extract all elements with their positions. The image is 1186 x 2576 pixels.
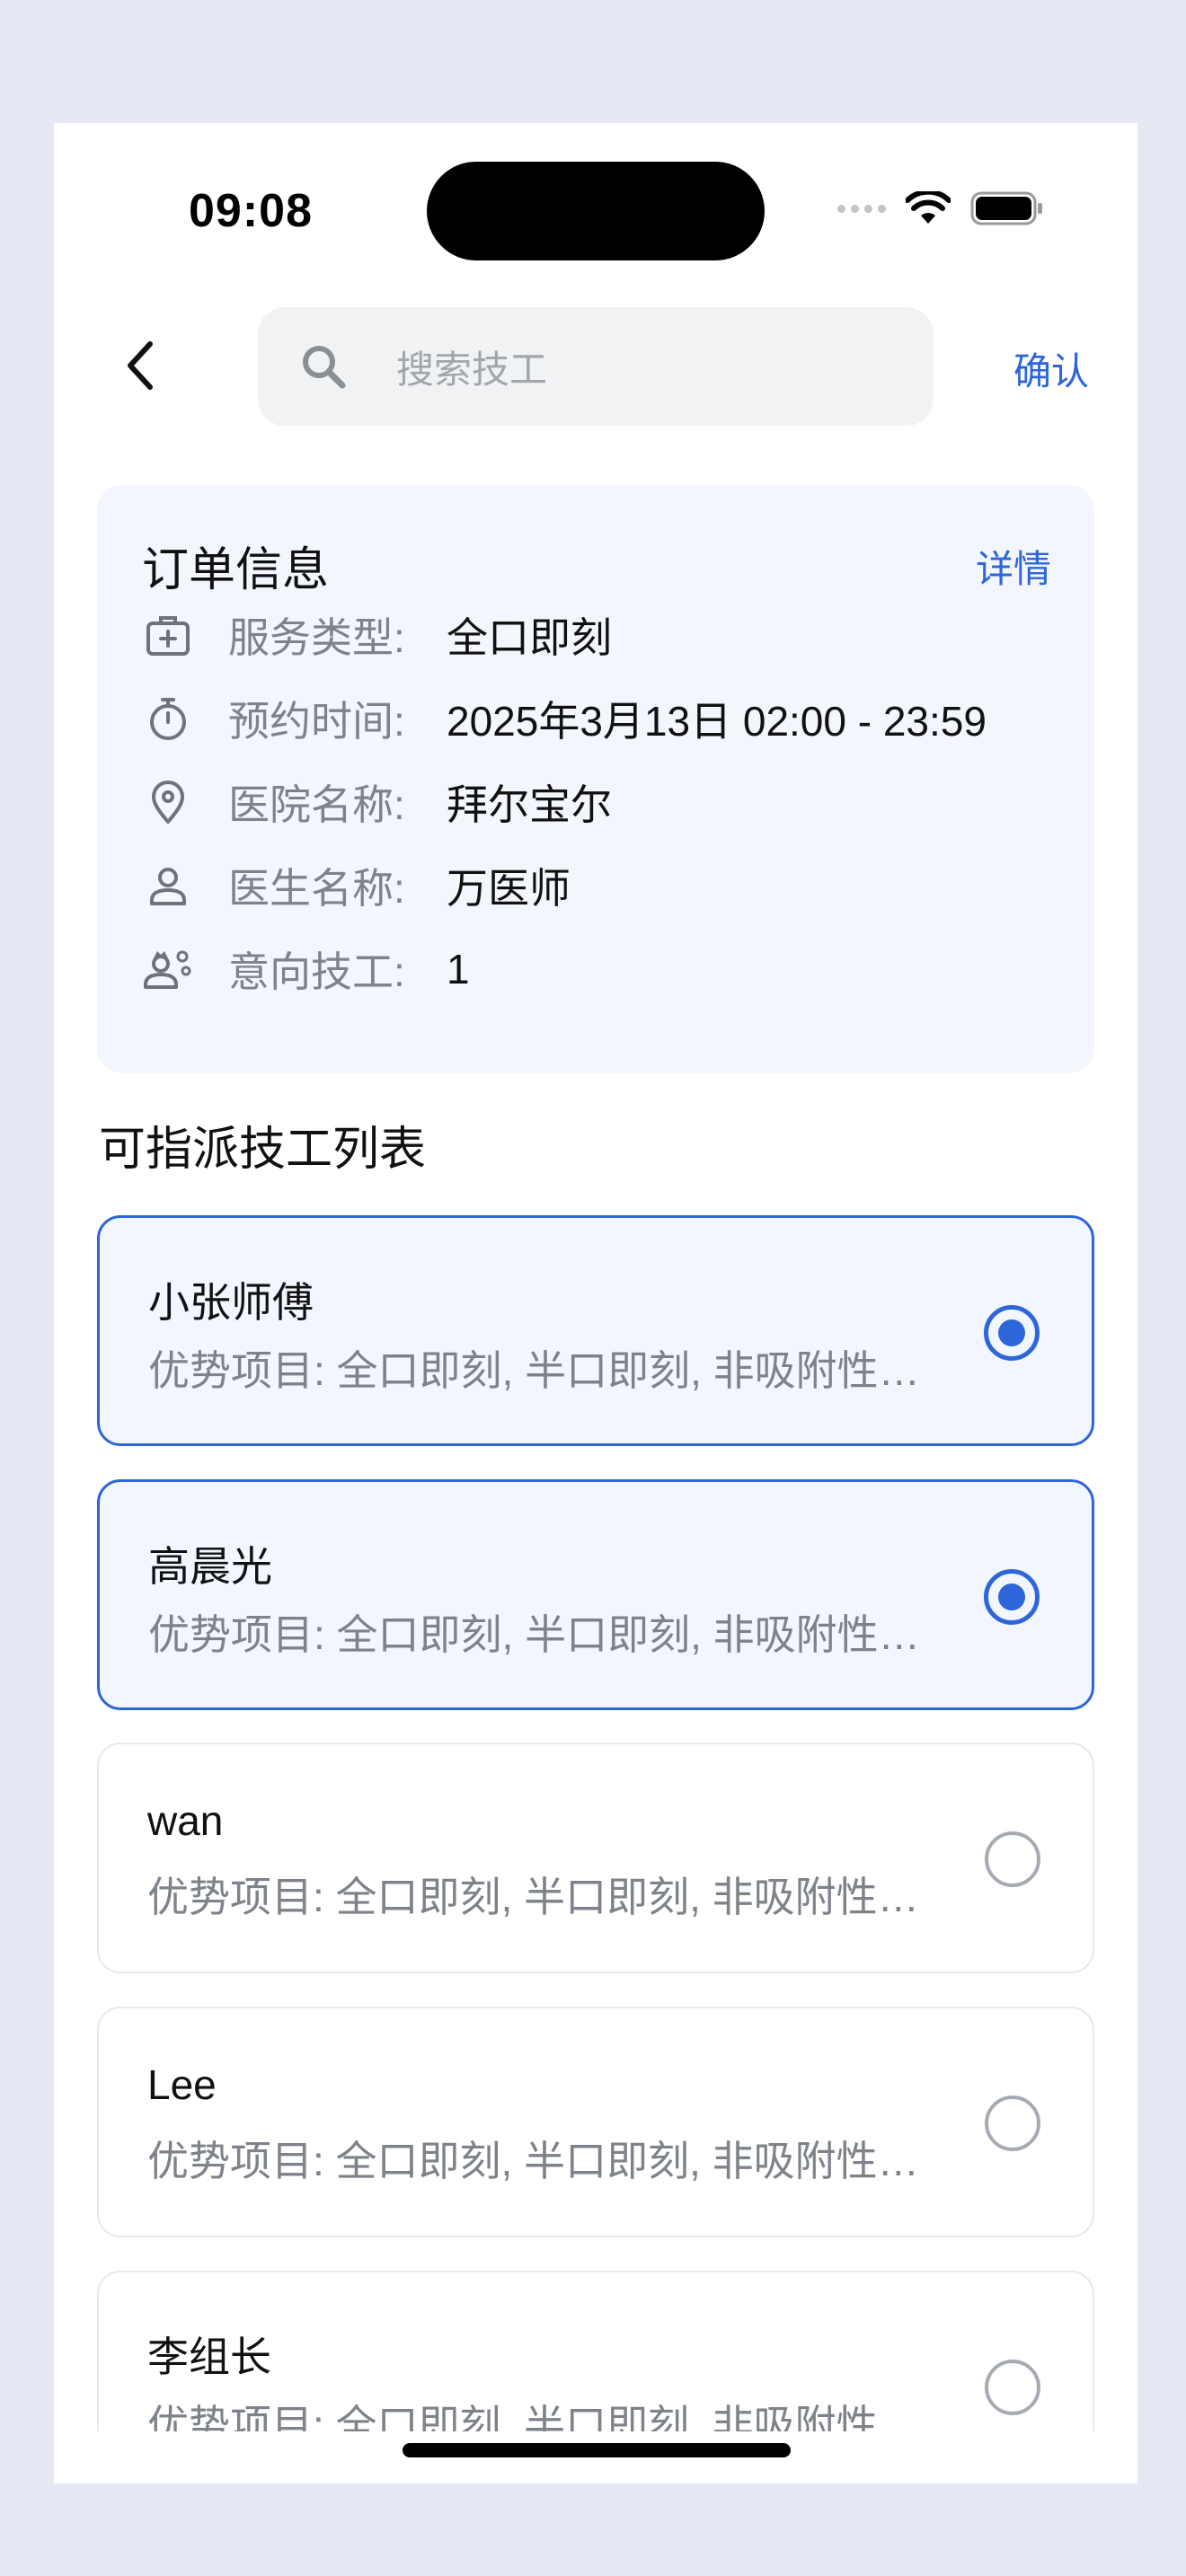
medical-kit-icon xyxy=(142,609,194,661)
info-value: 万医师 xyxy=(447,865,571,912)
home-indicator[interactable] xyxy=(403,2443,791,2457)
chevron-left-icon xyxy=(128,341,153,390)
phone-screen: 09:08 搜索技工 确认 订单信息 详情 服务类型: 全口即刻 预约时间: 2… xyxy=(54,123,1137,2483)
back-button[interactable] xyxy=(108,334,171,397)
technician-card[interactable]: Lee 优势项目: 全口即刻, 半口即刻, 非吸附性义齿 xyxy=(97,2007,1094,2237)
technician-name: 李组长 xyxy=(147,2333,271,2380)
technician-name: 小张师傅 xyxy=(148,1279,314,1326)
scroll-content[interactable]: 搜索技工 确认 订单信息 详情 服务类型: 全口即刻 预约时间: 2025年3月… xyxy=(54,123,1137,2431)
location-pin-icon xyxy=(142,776,194,828)
search-input[interactable]: 搜索技工 xyxy=(258,307,934,426)
technician-skills: 优势项目: 全口即刻, 半口即刻, 非吸附性义齿 xyxy=(148,1347,948,1394)
technician-card[interactable]: wan 优势项目: 全口即刻, 半口即刻, 非吸附性义齿 xyxy=(97,1742,1094,1973)
info-label: 意向技工: xyxy=(228,948,405,995)
technician-icon xyxy=(142,943,194,995)
info-label: 预约时间: xyxy=(228,698,405,745)
confirm-button[interactable]: 确认 xyxy=(1013,341,1089,396)
info-value: 1 xyxy=(447,946,470,992)
technician-name: wan xyxy=(147,1797,224,1844)
stopwatch-icon xyxy=(142,693,194,745)
nav-bar: 搜索技工 确认 xyxy=(54,307,1137,426)
info-row-doctor: 医生名称: 万医师 xyxy=(142,854,1058,917)
technician-name: Lee xyxy=(147,2061,217,2108)
technician-list-title: 可指派技工列表 xyxy=(99,1124,427,1176)
technician-radio[interactable] xyxy=(985,2095,1040,2151)
info-value: 拜尔宝尔 xyxy=(447,781,612,828)
technician-radio[interactable] xyxy=(985,1831,1040,1887)
technician-radio[interactable] xyxy=(985,2360,1040,2415)
technician-radio[interactable] xyxy=(984,1305,1040,1361)
technician-card[interactable]: 高晨光 优势项目: 全口即刻, 半口即刻, 非吸附性义齿 xyxy=(97,1479,1094,1710)
info-row-service-type: 服务类型: 全口即刻 xyxy=(142,604,1058,666)
person-icon xyxy=(142,860,194,912)
info-label: 医生名称: xyxy=(228,865,405,912)
technician-name: 高晨光 xyxy=(148,1543,272,1590)
info-row-preferred-technician: 意向技工: 1 xyxy=(142,938,1058,1001)
info-label: 医院名称: xyxy=(228,781,405,828)
info-value: 全口即刻 xyxy=(447,614,612,661)
technician-radio[interactable] xyxy=(984,1569,1040,1625)
info-value: 2025年3月13日 02:00 - 23:59 xyxy=(447,698,987,745)
search-placeholder: 搜索技工 xyxy=(396,348,548,391)
technician-skills: 优势项目: 全口即刻, 半口即刻, 非吸附性义齿 xyxy=(147,2402,947,2431)
technician-card[interactable]: 小张师傅 优势项目: 全口即刻, 半口即刻, 非吸附性义齿 xyxy=(97,1215,1094,1446)
info-row-hospital: 医院名称: 拜尔宝尔 xyxy=(142,771,1058,834)
info-label: 服务类型: xyxy=(228,614,405,661)
info-row-appointment-time: 预约时间: 2025年3月13日 02:00 - 23:59 xyxy=(142,687,1058,750)
technician-skills: 优势项目: 全口即刻, 半口即刻, 非吸附性义齿 xyxy=(147,2138,947,2184)
technician-card[interactable]: 李组长 优势项目: 全口即刻, 半口即刻, 非吸附性义齿 xyxy=(97,2271,1094,2431)
order-info-title: 订单信息 xyxy=(142,544,330,596)
technician-skills: 优势项目: 全口即刻, 半口即刻, 非吸附性义齿 xyxy=(148,1611,948,1658)
order-info-card: 订单信息 详情 服务类型: 全口即刻 预约时间: 2025年3月13日 02:0… xyxy=(97,485,1094,1073)
technician-skills: 优势项目: 全口即刻, 半口即刻, 非吸附性义齿 xyxy=(147,1874,947,1920)
search-icon xyxy=(303,346,346,389)
order-detail-link[interactable]: 详情 xyxy=(976,539,1051,594)
